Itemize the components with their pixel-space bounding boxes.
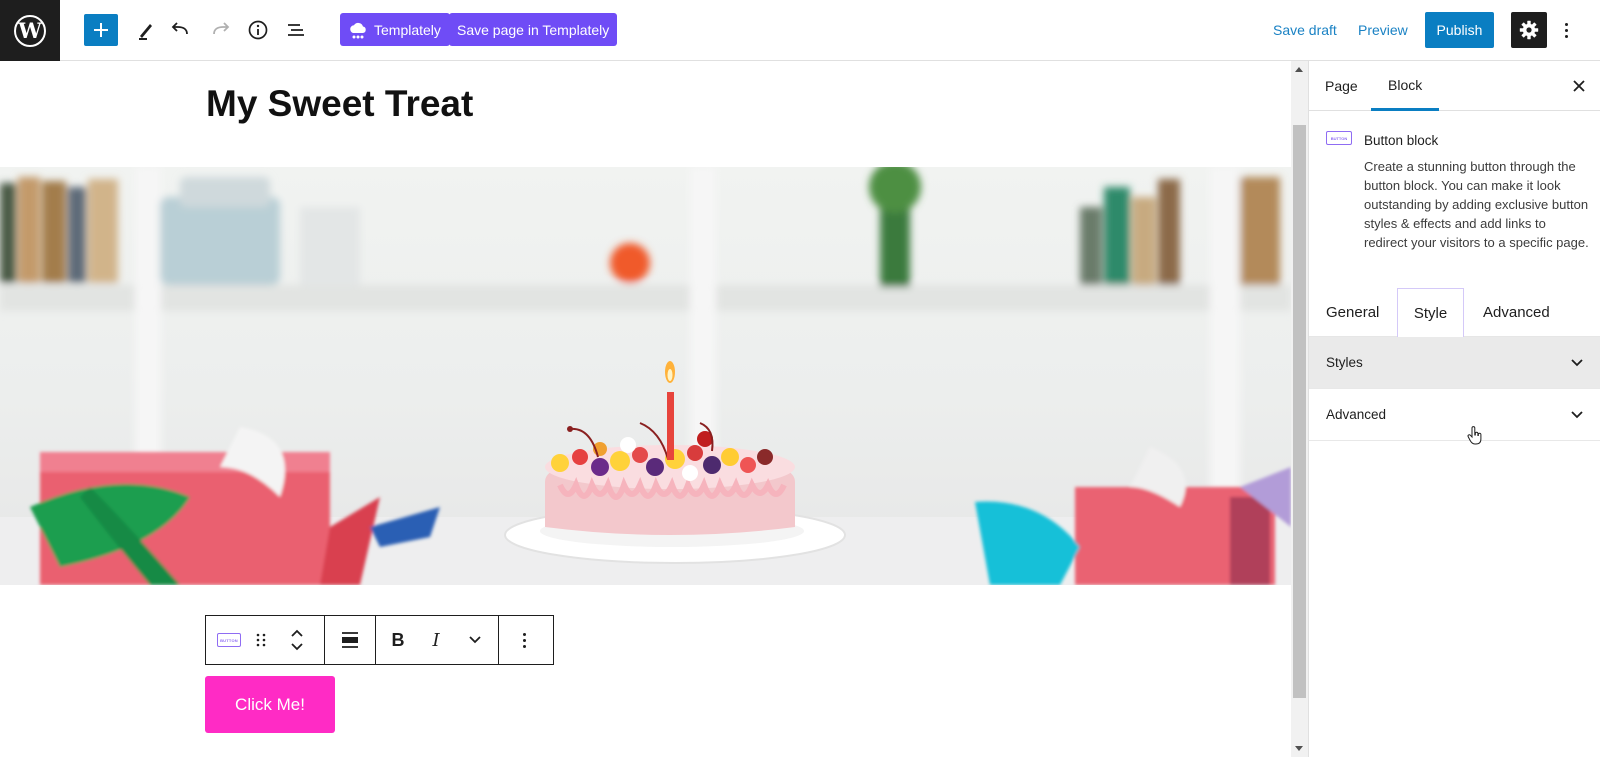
wordpress-logo-button[interactable]: W	[0, 0, 60, 61]
advanced-panel-toggle[interactable]: Advanced	[1309, 389, 1600, 441]
tab-advanced[interactable]: Advanced	[1483, 288, 1550, 337]
close-icon	[1573, 80, 1585, 92]
list-view-button[interactable]	[282, 16, 310, 44]
editor-scrollbar[interactable]	[1291, 61, 1308, 757]
chevron-down-icon[interactable]	[290, 643, 304, 651]
tab-general[interactable]: General	[1326, 288, 1379, 337]
block-options-button[interactable]	[499, 616, 549, 664]
wordpress-logo-icon: W	[14, 14, 46, 47]
block-card-description: Create a stunning button through the but…	[1364, 159, 1589, 250]
button-block-icon: BUTTON	[1326, 131, 1352, 145]
drag-handle-icon	[256, 633, 266, 647]
chevron-up-icon[interactable]	[290, 629, 304, 637]
scroll-down-icon[interactable]	[1295, 746, 1303, 751]
styles-panel-label: Styles	[1326, 355, 1363, 370]
align-center-icon	[342, 632, 358, 648]
birthday-cake-image	[0, 167, 1291, 585]
templately-cloud-icon	[350, 22, 366, 38]
undo-button[interactable]	[166, 16, 194, 44]
pencil-icon	[139, 24, 152, 40]
save-page-templately-label: Save page in Templately	[457, 21, 610, 38]
chevron-down-icon	[1571, 358, 1583, 366]
more-formatting-button[interactable]	[452, 616, 498, 664]
scroll-up-icon[interactable]	[1295, 67, 1303, 72]
scroll-thumb[interactable]	[1293, 125, 1306, 698]
bold-icon: B	[391, 629, 405, 650]
add-block-button[interactable]	[84, 14, 118, 46]
hero-image[interactable]	[0, 167, 1291, 585]
templately-label: Templately	[374, 21, 441, 38]
styles-panel-toggle[interactable]: Styles	[1309, 337, 1600, 389]
button-block-icon: BUTTON	[217, 633, 241, 647]
info-icon	[248, 20, 268, 40]
tab-block[interactable]: Block	[1371, 61, 1440, 111]
more-vertical-icon	[522, 632, 526, 636]
details-button[interactable]	[244, 16, 272, 44]
move-block-buttons[interactable]	[270, 616, 324, 664]
block-inspector-tabs: General Style Advanced	[1309, 288, 1600, 338]
tools-button[interactable]	[132, 16, 160, 44]
block-toolbar-group-align	[325, 616, 376, 664]
block-type-button[interactable]: BUTTON	[206, 616, 252, 664]
sidebar-tabs: Page Block	[1309, 61, 1600, 111]
block-card-title: Button block	[1364, 133, 1439, 148]
settings-button[interactable]	[1511, 12, 1547, 48]
advanced-panel-label: Advanced	[1326, 407, 1387, 422]
align-button[interactable]	[325, 616, 375, 664]
gear-icon	[1519, 20, 1539, 40]
close-sidebar-button[interactable]	[1569, 76, 1589, 96]
click-me-button[interactable]: Click Me!	[205, 676, 335, 733]
page-title[interactable]: My Sweet Treat	[206, 83, 473, 125]
italic-icon: I	[432, 629, 440, 651]
undo-icon	[171, 22, 188, 35]
drag-handle[interactable]	[252, 616, 270, 664]
block-toolbar: BUTTON B I	[205, 615, 554, 665]
templately-button[interactable]: Templately	[340, 13, 450, 46]
block-toolbar-group-format: B I	[376, 616, 499, 664]
save-draft-button[interactable]: Save draft	[1273, 22, 1337, 38]
tab-style[interactable]: Style	[1397, 288, 1464, 338]
bold-button[interactable]: B	[376, 616, 420, 664]
block-toolbar-group-block: BUTTON	[206, 616, 325, 664]
chevron-down-icon	[469, 636, 481, 644]
more-vertical-icon	[1564, 22, 1568, 26]
save-page-in-templately-button[interactable]: Save page in Templately	[449, 13, 618, 46]
redo-icon	[213, 22, 230, 35]
plus-icon	[94, 23, 108, 37]
publish-button[interactable]: Publish	[1425, 12, 1494, 48]
preview-button[interactable]: Preview	[1358, 22, 1408, 38]
block-toolbar-group-options	[499, 616, 549, 664]
italic-button[interactable]: I	[420, 616, 452, 664]
editor-top-bar: W Templately Save page in Templately Sav…	[0, 0, 1600, 61]
editor-canvas: My Sweet Treat BUTTON B I Click Me!	[0, 61, 1291, 757]
tab-page[interactable]: Page	[1325, 61, 1358, 111]
chevron-down-icon	[1571, 410, 1583, 418]
list-view-icon	[288, 24, 304, 36]
options-menu-button[interactable]	[1556, 16, 1576, 44]
settings-sidebar: Page Block BUTTON Button block Create a …	[1308, 61, 1600, 757]
redo-button[interactable]	[207, 16, 235, 44]
hand-cursor-icon	[1467, 426, 1482, 445]
